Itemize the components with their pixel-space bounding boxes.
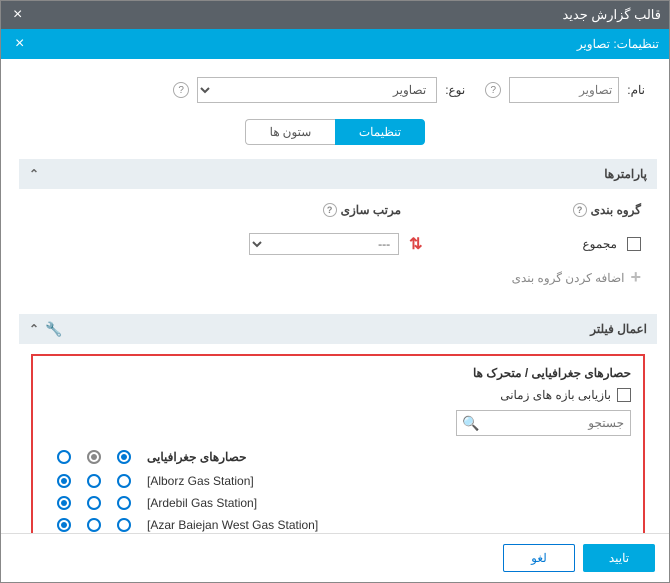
geo-header-label: حصارهای جغرافیایی (147, 450, 247, 464)
name-help-icon[interactable]: ? (485, 82, 501, 98)
tab-columns[interactable]: ستون ها (245, 119, 335, 145)
retrieve-checkbox[interactable] (617, 388, 631, 402)
panel-parameters-body: گروه بندی ? مرتب سازی ? مجموع ⇅ - (19, 189, 657, 304)
geo-row-radio-include[interactable] (87, 474, 101, 488)
inner-title: تنظیمات: تصاویر (28, 37, 659, 51)
panels-scroll[interactable]: پارامترها ⌃ گروه بندی ? مرتب سازی ? (1, 159, 669, 533)
close-outer-button[interactable]: × (9, 6, 26, 24)
tab-row: تنظیمات ستون ها (1, 111, 669, 159)
retrieve-row: بازیابی بازه های زمانی (45, 388, 631, 402)
type-help-icon[interactable]: ? (173, 82, 189, 98)
name-input[interactable] (509, 77, 619, 103)
chevron-up-icon: ⌃ (29, 167, 39, 181)
group-help-icon[interactable]: ? (573, 203, 587, 217)
geo-row-label: [Azar Baiejan West Gas Station] (147, 518, 318, 532)
ok-button[interactable]: تایید (583, 544, 655, 572)
panel-filters: اعمال فیلتر 🔧 ⌃ حصارهای جغرافیایی / متحر… (19, 314, 657, 533)
geo-row-radio-none[interactable] (117, 474, 131, 488)
geo-header-radio-include[interactable] (87, 450, 101, 464)
geo-row: [Ardebil Gas Station] (45, 492, 631, 514)
geo-row-radio-none[interactable] (117, 496, 131, 510)
group-column-header: گروه بندی ? (441, 203, 641, 217)
geo-row-radio-none[interactable] (117, 518, 131, 532)
geo-row-label: [Alborz Gas Station] (147, 474, 254, 488)
geo-filter-title: حصارهای جغرافیایی / متحرک ها (45, 366, 631, 380)
panel-filters-body: حصارهای جغرافیایی / متحرک ها بازیابی باز… (19, 344, 657, 533)
tab-settings[interactable]: تنظیمات (335, 119, 425, 145)
form-row: نام: ? نوع: تصاویر ? (1, 59, 669, 111)
geo-row-label: [Ardebil Gas Station] (147, 496, 257, 510)
plus-icon: + (630, 267, 641, 288)
cancel-button[interactable]: لغو (503, 544, 575, 572)
panel-parameters-title: پارامترها (604, 167, 647, 181)
wrench-icon[interactable]: 🔧 (39, 321, 62, 338)
add-group-label: اضافه کردن گروه بندی (512, 271, 625, 285)
retrieve-label: بازیابی بازه های زمانی (500, 388, 611, 402)
content-area: نام: ? نوع: تصاویر ? تنظیمات ستون ها پار… (1, 59, 669, 582)
panel-filters-header[interactable]: اعمال فیلتر 🔧 ⌃ (19, 314, 657, 344)
panel-parameters: پارامترها ⌃ گروه بندی ? مرتب سازی ? (19, 159, 657, 304)
inner-titlebar: تنظیمات: تصاویر × (1, 29, 669, 59)
dialog-footer: تایید لغو (1, 533, 669, 582)
geo-filter-box: حصارهای جغرافیایی / متحرک ها بازیابی باز… (31, 354, 645, 533)
name-label: نام: (627, 83, 645, 97)
geo-header-radio-all[interactable] (117, 450, 131, 464)
geo-header-row: حصارهای جغرافیایی (45, 446, 631, 470)
outer-titlebar: قالب گزارش جدید × (1, 1, 669, 29)
geo-row-radio-include[interactable] (87, 496, 101, 510)
search-wrap: 🔍 (456, 410, 631, 436)
geo-row: [Alborz Gas Station] (45, 470, 631, 492)
geo-row-radio-exclude[interactable] (57, 518, 71, 532)
group-row: مجموع ⇅ --- (31, 227, 645, 261)
geo-row-radio-include[interactable] (87, 518, 101, 532)
search-input[interactable] (456, 410, 631, 436)
geo-row: [Azar Baiejan West Gas Station] (45, 514, 631, 533)
report-template-dialog: قالب گزارش جدید × تنظیمات: تصاویر × نام:… (0, 0, 670, 583)
close-inner-button[interactable]: × (11, 35, 28, 53)
panel-filters-title: اعمال فیلتر (590, 322, 647, 336)
panel-parameters-header[interactable]: پارامترها ⌃ (19, 159, 657, 189)
type-select[interactable]: تصاویر (197, 77, 437, 103)
geo-row-radio-exclude[interactable] (57, 474, 71, 488)
outer-title: قالب گزارش جدید (26, 7, 661, 23)
sort-direction-icon[interactable]: ⇅ (409, 234, 422, 254)
sort-column-header: مرتب سازی ? (323, 203, 401, 217)
sort-help-icon[interactable]: ? (323, 203, 337, 217)
add-group-button[interactable]: + اضافه کردن گروه بندی (31, 261, 645, 294)
group-checkbox[interactable] (627, 237, 641, 251)
group-value: مجموع (583, 237, 617, 251)
type-label: نوع: (445, 83, 465, 97)
geo-row-radio-exclude[interactable] (57, 496, 71, 510)
sort-select[interactable]: --- (249, 233, 399, 255)
chevron-up-icon: ⌃ (29, 322, 39, 336)
geo-header-radio-exclude[interactable] (57, 450, 71, 464)
